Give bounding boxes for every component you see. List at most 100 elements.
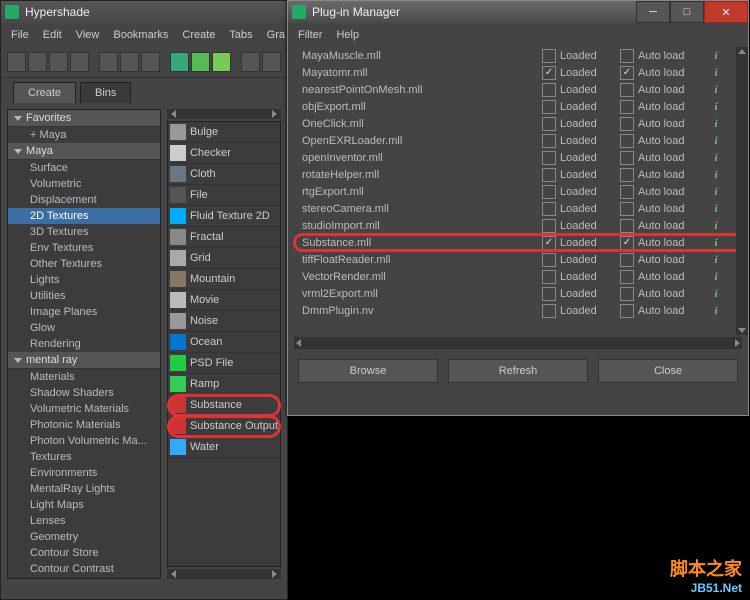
tree-item[interactable]: + Maya — [8, 127, 160, 143]
autoload-checkbox[interactable]: ✓ — [620, 66, 634, 80]
autoload-checkbox[interactable] — [620, 134, 634, 148]
tree-item[interactable]: Light Maps — [8, 497, 160, 513]
info-icon[interactable]: i — [710, 50, 722, 62]
browse-button[interactable]: Browse — [298, 359, 438, 383]
tree-item[interactable]: 3D Textures — [8, 224, 160, 240]
loaded-checkbox[interactable] — [542, 168, 556, 182]
texture-item[interactable]: Substance Output — [168, 416, 280, 437]
autoload-checkbox[interactable] — [620, 117, 634, 131]
info-icon[interactable]: i — [710, 118, 722, 130]
tree-item[interactable]: Volumetric — [8, 176, 160, 192]
plugin-titlebar[interactable]: Plug-in Manager ─ □ ✕ — [288, 1, 748, 23]
minimize-button[interactable]: ─ — [636, 1, 670, 23]
plugin-hscroll[interactable] — [294, 337, 742, 349]
tree-item[interactable]: Environments — [8, 465, 160, 481]
tree-item[interactable]: Shadow Shaders — [8, 385, 160, 401]
info-icon[interactable]: i — [710, 84, 722, 96]
tree-item[interactable]: 2D Textures — [8, 208, 160, 224]
toolbar-btn[interactable] — [49, 52, 68, 72]
autoload-checkbox[interactable] — [620, 168, 634, 182]
tree-section[interactable]: mental ray — [8, 352, 160, 369]
loaded-checkbox[interactable] — [542, 219, 556, 233]
info-icon[interactable]: i — [710, 67, 722, 79]
texture-item[interactable]: Movie — [168, 290, 280, 311]
autoload-checkbox[interactable] — [620, 151, 634, 165]
texture-item[interactable]: Water — [168, 437, 280, 458]
toolbar-btn[interactable] — [120, 52, 139, 72]
autoload-checkbox[interactable] — [620, 202, 634, 216]
menu-view[interactable]: View — [76, 29, 100, 41]
loaded-checkbox[interactable] — [542, 117, 556, 131]
tab-create[interactable]: Create — [13, 82, 76, 103]
tree-item[interactable]: Contour Shader — [8, 577, 160, 579]
tree-item[interactable]: Textures — [8, 449, 160, 465]
tree-item[interactable]: Displacement — [8, 192, 160, 208]
autoload-checkbox[interactable] — [620, 253, 634, 267]
autoload-checkbox[interactable] — [620, 185, 634, 199]
toolbar-btn[interactable] — [7, 52, 26, 72]
tab-bins[interactable]: Bins — [80, 82, 131, 103]
loaded-checkbox[interactable] — [542, 270, 556, 284]
menu-bookmarks[interactable]: Bookmarks — [113, 29, 168, 41]
info-icon[interactable]: i — [710, 101, 722, 113]
loaded-checkbox[interactable] — [542, 287, 556, 301]
loaded-checkbox[interactable] — [542, 151, 556, 165]
texture-item[interactable]: Checker — [168, 143, 280, 164]
texture-item[interactable]: Ocean — [168, 332, 280, 353]
tree-item[interactable]: Env Textures — [8, 240, 160, 256]
plugin-list[interactable]: MayaMuscle.mllLoadedAuto loadiMayatomr.m… — [288, 47, 748, 335]
loaded-checkbox[interactable] — [542, 100, 556, 114]
texture-item[interactable]: Mountain — [168, 269, 280, 290]
maximize-button[interactable]: □ — [670, 1, 704, 23]
autoload-checkbox[interactable] — [620, 219, 634, 233]
menu-create[interactable]: Create — [182, 29, 215, 41]
autoload-checkbox[interactable] — [620, 49, 634, 63]
texture-item[interactable]: Fluid Texture 2D — [168, 206, 280, 227]
close-dialog-button[interactable]: Close — [598, 359, 738, 383]
autoload-checkbox[interactable] — [620, 270, 634, 284]
loaded-checkbox[interactable]: ✓ — [542, 66, 556, 80]
toolbar-btn[interactable] — [141, 52, 160, 72]
loaded-checkbox[interactable] — [542, 202, 556, 216]
category-tree[interactable]: Favorites+ MayaMayaSurfaceVolumetricDisp… — [7, 109, 161, 579]
close-button[interactable]: ✕ — [704, 1, 748, 23]
info-icon[interactable]: i — [710, 271, 722, 283]
menu-tabs[interactable]: Tabs — [229, 29, 252, 41]
info-icon[interactable]: i — [710, 305, 722, 317]
hypershade-titlebar[interactable]: Hypershade — [1, 1, 287, 23]
toolbar-btn[interactable] — [241, 52, 260, 72]
texture-item[interactable]: Grid — [168, 248, 280, 269]
loaded-checkbox[interactable] — [542, 304, 556, 318]
tree-item[interactable]: Image Planes — [8, 304, 160, 320]
info-icon[interactable]: i — [710, 237, 722, 249]
refresh-button[interactable]: Refresh — [448, 359, 588, 383]
tree-item[interactable]: Contour Store — [8, 545, 160, 561]
toolbar-btn[interactable] — [191, 52, 210, 72]
tree-item[interactable]: Utilities — [8, 288, 160, 304]
autoload-checkbox[interactable] — [620, 304, 634, 318]
loaded-checkbox[interactable] — [542, 134, 556, 148]
texture-item[interactable]: Fractal — [168, 227, 280, 248]
texture-item[interactable]: Cloth — [168, 164, 280, 185]
tree-item[interactable]: Lights — [8, 272, 160, 288]
texture-item[interactable]: Substance — [168, 395, 280, 416]
tree-item[interactable]: Contour Contrast — [8, 561, 160, 577]
tree-item[interactable]: Volumetric Materials — [8, 401, 160, 417]
tree-item[interactable]: Materials — [8, 369, 160, 385]
info-icon[interactable]: i — [710, 135, 722, 147]
tree-item[interactable]: Surface — [8, 160, 160, 176]
toolbar-btn[interactable] — [212, 52, 231, 72]
info-icon[interactable]: i — [710, 169, 722, 181]
toolbar-btn[interactable] — [28, 52, 47, 72]
autoload-checkbox[interactable] — [620, 83, 634, 97]
tree-item[interactable]: Geometry — [8, 529, 160, 545]
autoload-checkbox[interactable]: ✓ — [620, 236, 634, 250]
tree-item[interactable]: Photon Volumetric Ma... — [8, 433, 160, 449]
info-icon[interactable]: i — [710, 288, 722, 300]
texture-item[interactable]: Bulge — [168, 122, 280, 143]
loaded-checkbox[interactable] — [542, 83, 556, 97]
menu-graph[interactable]: Gra — [267, 29, 285, 41]
loaded-checkbox[interactable] — [542, 253, 556, 267]
toolbar-btn[interactable] — [70, 52, 89, 72]
texture-item[interactable]: Noise — [168, 311, 280, 332]
